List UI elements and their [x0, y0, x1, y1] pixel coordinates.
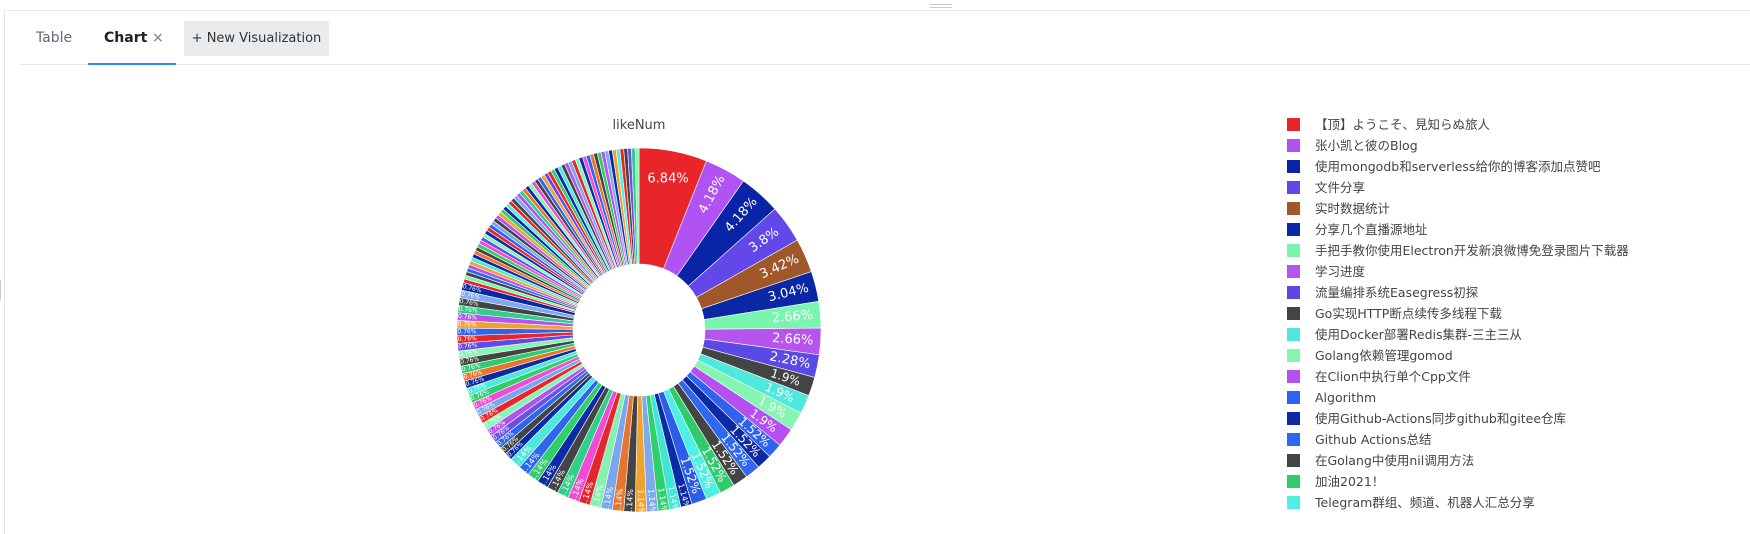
legend-item[interactable]: 加油2021！	[1287, 471, 1707, 492]
legend-swatch-icon	[1287, 139, 1300, 152]
legend-label: 【顶】ようこそ、見知らぬ旅人	[1315, 117, 1491, 132]
slice-percentage-label: 0.76%	[457, 321, 477, 329]
legend-swatch-icon	[1287, 496, 1300, 509]
legend-label: 使用Github-Actions同步github和gitee仓库	[1315, 411, 1567, 426]
legend-swatch-icon	[1287, 328, 1300, 341]
legend-item[interactable]: 张小凯と彼のBlog	[1287, 135, 1707, 156]
legend-label: Go实现HTTP断点续传多线程下载	[1315, 306, 1502, 321]
slice-percentage-label: 1.14%	[636, 489, 645, 515]
legend-item[interactable]: 分享几个直播源地址	[1287, 219, 1707, 240]
legend-swatch-icon	[1287, 412, 1300, 425]
legend-item[interactable]: 在Golang中使用nil调用方法	[1287, 450, 1707, 471]
legend-swatch-icon	[1287, 349, 1300, 362]
legend-item[interactable]: Algorithm	[1287, 387, 1707, 408]
legend-item[interactable]: Github Actions总结	[1287, 429, 1707, 450]
legend-label: Github Actions总结	[1315, 432, 1432, 447]
legend-label: 在Clion中执行单个Cpp文件	[1315, 369, 1471, 384]
legend-label: 实时数据统计	[1315, 201, 1391, 216]
chart-title: likeNum	[613, 118, 666, 133]
legend-label: 加油2021！	[1315, 474, 1385, 489]
slice-percentage-label: 1.14%	[625, 488, 635, 514]
legend-swatch-icon	[1287, 454, 1300, 467]
legend-label: 使用mongodb和serverless给你的博客添加点赞吧	[1315, 159, 1601, 174]
legend-swatch-icon	[1287, 433, 1300, 446]
legend-label: 流量编排系统Easegress初探	[1315, 285, 1479, 300]
legend-label: 使用Docker部署Redis集群-三主三从	[1315, 327, 1523, 342]
legend-swatch-icon	[1287, 475, 1300, 488]
legend-label: 文件分享	[1315, 180, 1366, 195]
chart-legend: 【顶】ようこそ、見知らぬ旅人 张小凯と彼のBlog 使用mongodb和server…	[1287, 114, 1707, 513]
legend-item[interactable]: 学习进度	[1287, 261, 1707, 282]
legend-swatch-icon	[1287, 244, 1300, 257]
legend-item[interactable]: 实时数据统计	[1287, 198, 1707, 219]
legend-item[interactable]: 使用mongodb和serverless给你的博客添加点赞吧	[1287, 156, 1707, 177]
slice-percentage-label: 2.66%	[772, 331, 814, 349]
legend-item[interactable]: 在Clion中执行单个Cpp文件	[1287, 366, 1707, 387]
legend-label: 张小凯と彼のBlog	[1315, 138, 1418, 153]
legend-label: Golang依赖管理gomod	[1315, 348, 1453, 363]
legend-swatch-icon	[1287, 391, 1300, 404]
legend-label: 学习进度	[1315, 264, 1366, 279]
legend-item[interactable]: 流量编排系统Easegress初探	[1287, 282, 1707, 303]
legend-swatch-icon	[1287, 265, 1300, 278]
legend-swatch-icon	[1287, 370, 1300, 383]
slice-percentage-label: 0.76%	[458, 335, 478, 343]
legend-label: 在Golang中使用nil调用方法	[1315, 453, 1475, 468]
legend-item[interactable]: 【顶】ようこそ、見知らぬ旅人	[1287, 114, 1707, 135]
legend-label: 手把手教你使用Electron开发新浪微博免登录图片下载器	[1315, 243, 1629, 258]
legend-swatch-icon	[1287, 307, 1300, 320]
legend-item[interactable]: 使用Github-Actions同步github和gitee仓库	[1287, 408, 1707, 429]
legend-item[interactable]: 使用Docker部署Redis集群-三主三从	[1287, 324, 1707, 345]
slice-percentage-label: 6.84%	[647, 171, 688, 186]
legend-label: Algorithm	[1315, 390, 1377, 405]
legend-swatch-icon	[1287, 202, 1300, 215]
legend-swatch-icon	[1287, 223, 1300, 236]
slice-percentage-label: 1.14%	[646, 489, 657, 515]
legend-swatch-icon	[1287, 286, 1300, 299]
slice-percentage-label: 0.76%	[458, 313, 478, 321]
slice-percentage-label: 0.76%	[457, 328, 476, 335]
legend-label: Telegram群组、频道、机器人汇总分享	[1315, 495, 1535, 510]
legend-swatch-icon	[1287, 160, 1300, 173]
legend-item[interactable]: 手把手教你使用Electron开发新浪微博免登录图片下载器	[1287, 240, 1707, 261]
legend-item[interactable]: Golang依赖管理gomod	[1287, 345, 1707, 366]
legend-label: 分享几个直播源地址	[1315, 222, 1428, 237]
legend-item[interactable]: Telegram群组、频道、机器人汇总分享	[1287, 492, 1707, 513]
legend-item[interactable]: 文件分享	[1287, 177, 1707, 198]
legend-item[interactable]: Go实现HTTP断点续传多线程下载	[1287, 303, 1707, 324]
legend-swatch-icon	[1287, 118, 1300, 131]
legend-swatch-icon	[1287, 181, 1300, 194]
